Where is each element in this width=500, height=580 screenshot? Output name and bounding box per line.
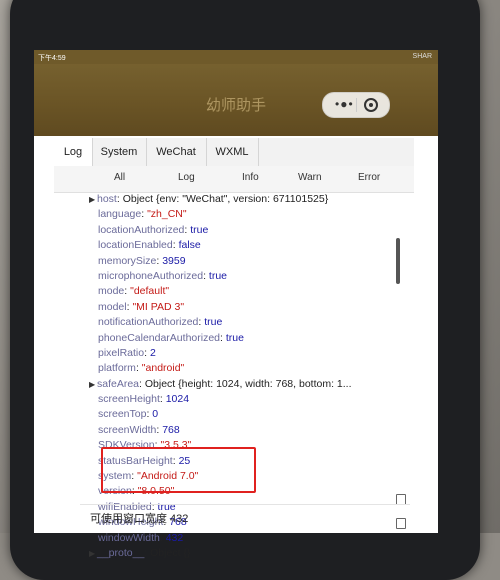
property-key: locationEnabled <box>98 239 173 252</box>
log-property-row: pixelRatio: 2 <box>98 346 398 361</box>
log-property-row: microphoneAuthorized: true <box>98 269 398 284</box>
log-filter-bar: All Log Info Warn Error <box>54 166 414 193</box>
expand-arrow-icon[interactable]: ▶ <box>89 192 97 207</box>
property-key: safeArea <box>97 377 140 390</box>
tab-log[interactable]: Log <box>54 138 93 166</box>
property-value: "default" <box>130 285 170 298</box>
status-right: SHAR <box>412 53 432 60</box>
trash-icon[interactable] <box>396 518 406 529</box>
expand-arrow-icon[interactable]: ▶ <box>89 377 97 392</box>
filter-info[interactable]: Info <box>242 172 259 183</box>
property-value: "zh_CN" <box>147 208 187 221</box>
property-key: phoneCalendarAuthorized <box>98 331 221 344</box>
capsule-menu[interactable]: •●• <box>322 92 390 118</box>
status-bar: 下午4:59 SHAR <box>34 50 438 64</box>
capsule-divider <box>356 98 357 112</box>
log-output-line: 可使用窗口宽度 432 <box>90 513 189 525</box>
property-key: notificationAuthorized <box>98 316 199 329</box>
property-value: true <box>208 269 227 282</box>
filter-log[interactable]: Log <box>178 172 195 183</box>
more-icon[interactable]: •●• <box>335 97 354 111</box>
scrollbar[interactable] <box>396 238 400 284</box>
log-property-row: phoneCalendarAuthorized: true <box>98 331 398 346</box>
property-key: memorySize <box>98 254 157 267</box>
property-value: Object {env: "WeChat", version: 67110152… <box>122 193 329 205</box>
property-value: 0 <box>152 408 159 421</box>
property-value: 432 <box>165 531 184 544</box>
tab-system[interactable]: System <box>92 138 147 166</box>
log-property-row[interactable]: ▶ host: Object {env: "WeChat", version: 6… <box>89 192 398 207</box>
property-value: 2 <box>149 346 156 359</box>
property-value: 1024 <box>165 393 190 406</box>
log-property-row: model: "MI PAD 3" <box>98 300 398 315</box>
log-property-row: language: "zh_CN" <box>98 207 398 222</box>
property-key: mode <box>98 285 125 298</box>
log-property-row: screenTop: 0 <box>98 407 398 422</box>
property-value: Object {} <box>150 546 191 559</box>
property-value: true <box>204 316 223 329</box>
close-icon[interactable] <box>364 98 378 112</box>
property-value: true <box>190 223 209 236</box>
filter-warn[interactable]: Warn <box>298 172 322 183</box>
console-tabs: Log System WeChat WXML <box>54 138 414 167</box>
log-object-tree: ▶ host: Object {env: "WeChat", version: 6… <box>89 192 398 561</box>
tab-wechat[interactable]: WeChat <box>146 138 207 166</box>
tab-wxml[interactable]: WXML <box>206 138 259 166</box>
property-value: false <box>178 239 201 252</box>
log-property-row: locationAuthorized: true <box>98 223 398 238</box>
log-property-row[interactable]: ▶ __proto__: Object {} <box>89 546 398 561</box>
property-value: 768 <box>162 423 180 436</box>
property-key: platform <box>98 362 136 375</box>
property-key: pixelRatio <box>98 346 145 359</box>
filter-all[interactable]: All <box>114 172 125 183</box>
property-value: "android" <box>141 362 185 375</box>
property-value: Object {height: 1024, width: 768, bottom… <box>144 377 352 390</box>
log-property-row: screenWidth: 768 <box>98 423 398 438</box>
property-key: screenWidth <box>98 423 157 436</box>
filter-error[interactable]: Error <box>358 172 380 183</box>
property-key: model <box>98 300 127 313</box>
highlight-box <box>101 447 256 493</box>
log-property-row[interactable]: ▶ safeArea: Object {height: 1024, width: … <box>89 377 398 392</box>
property-value: "MI PAD 3" <box>132 300 185 313</box>
log-property-row: locationEnabled: false <box>98 238 398 253</box>
log-divider <box>80 504 410 505</box>
log-property-row: screenHeight: 1024 <box>98 392 398 407</box>
property-key: locationAuthorized <box>98 223 185 236</box>
expand-arrow-icon[interactable]: ▶ <box>89 546 97 561</box>
log-property-row: memorySize: 3959 <box>98 254 398 269</box>
log-property-row: mode: "default" <box>98 284 398 299</box>
status-time: 下午4:59 <box>38 55 66 62</box>
property-key: language <box>98 208 142 221</box>
property-value: true <box>225 331 244 344</box>
property-key: screenHeight <box>98 393 160 406</box>
property-key: windowWidth <box>98 531 160 544</box>
property-key: __proto__ <box>97 546 145 559</box>
property-value: 3959 <box>162 254 186 267</box>
property-key: microphoneAuthorized <box>98 269 204 282</box>
log-property-row: notificationAuthorized: true <box>98 315 398 330</box>
log-property-row: platform: "android" <box>98 361 398 376</box>
property-key: host <box>97 193 117 205</box>
property-key: screenTop <box>98 408 147 421</box>
